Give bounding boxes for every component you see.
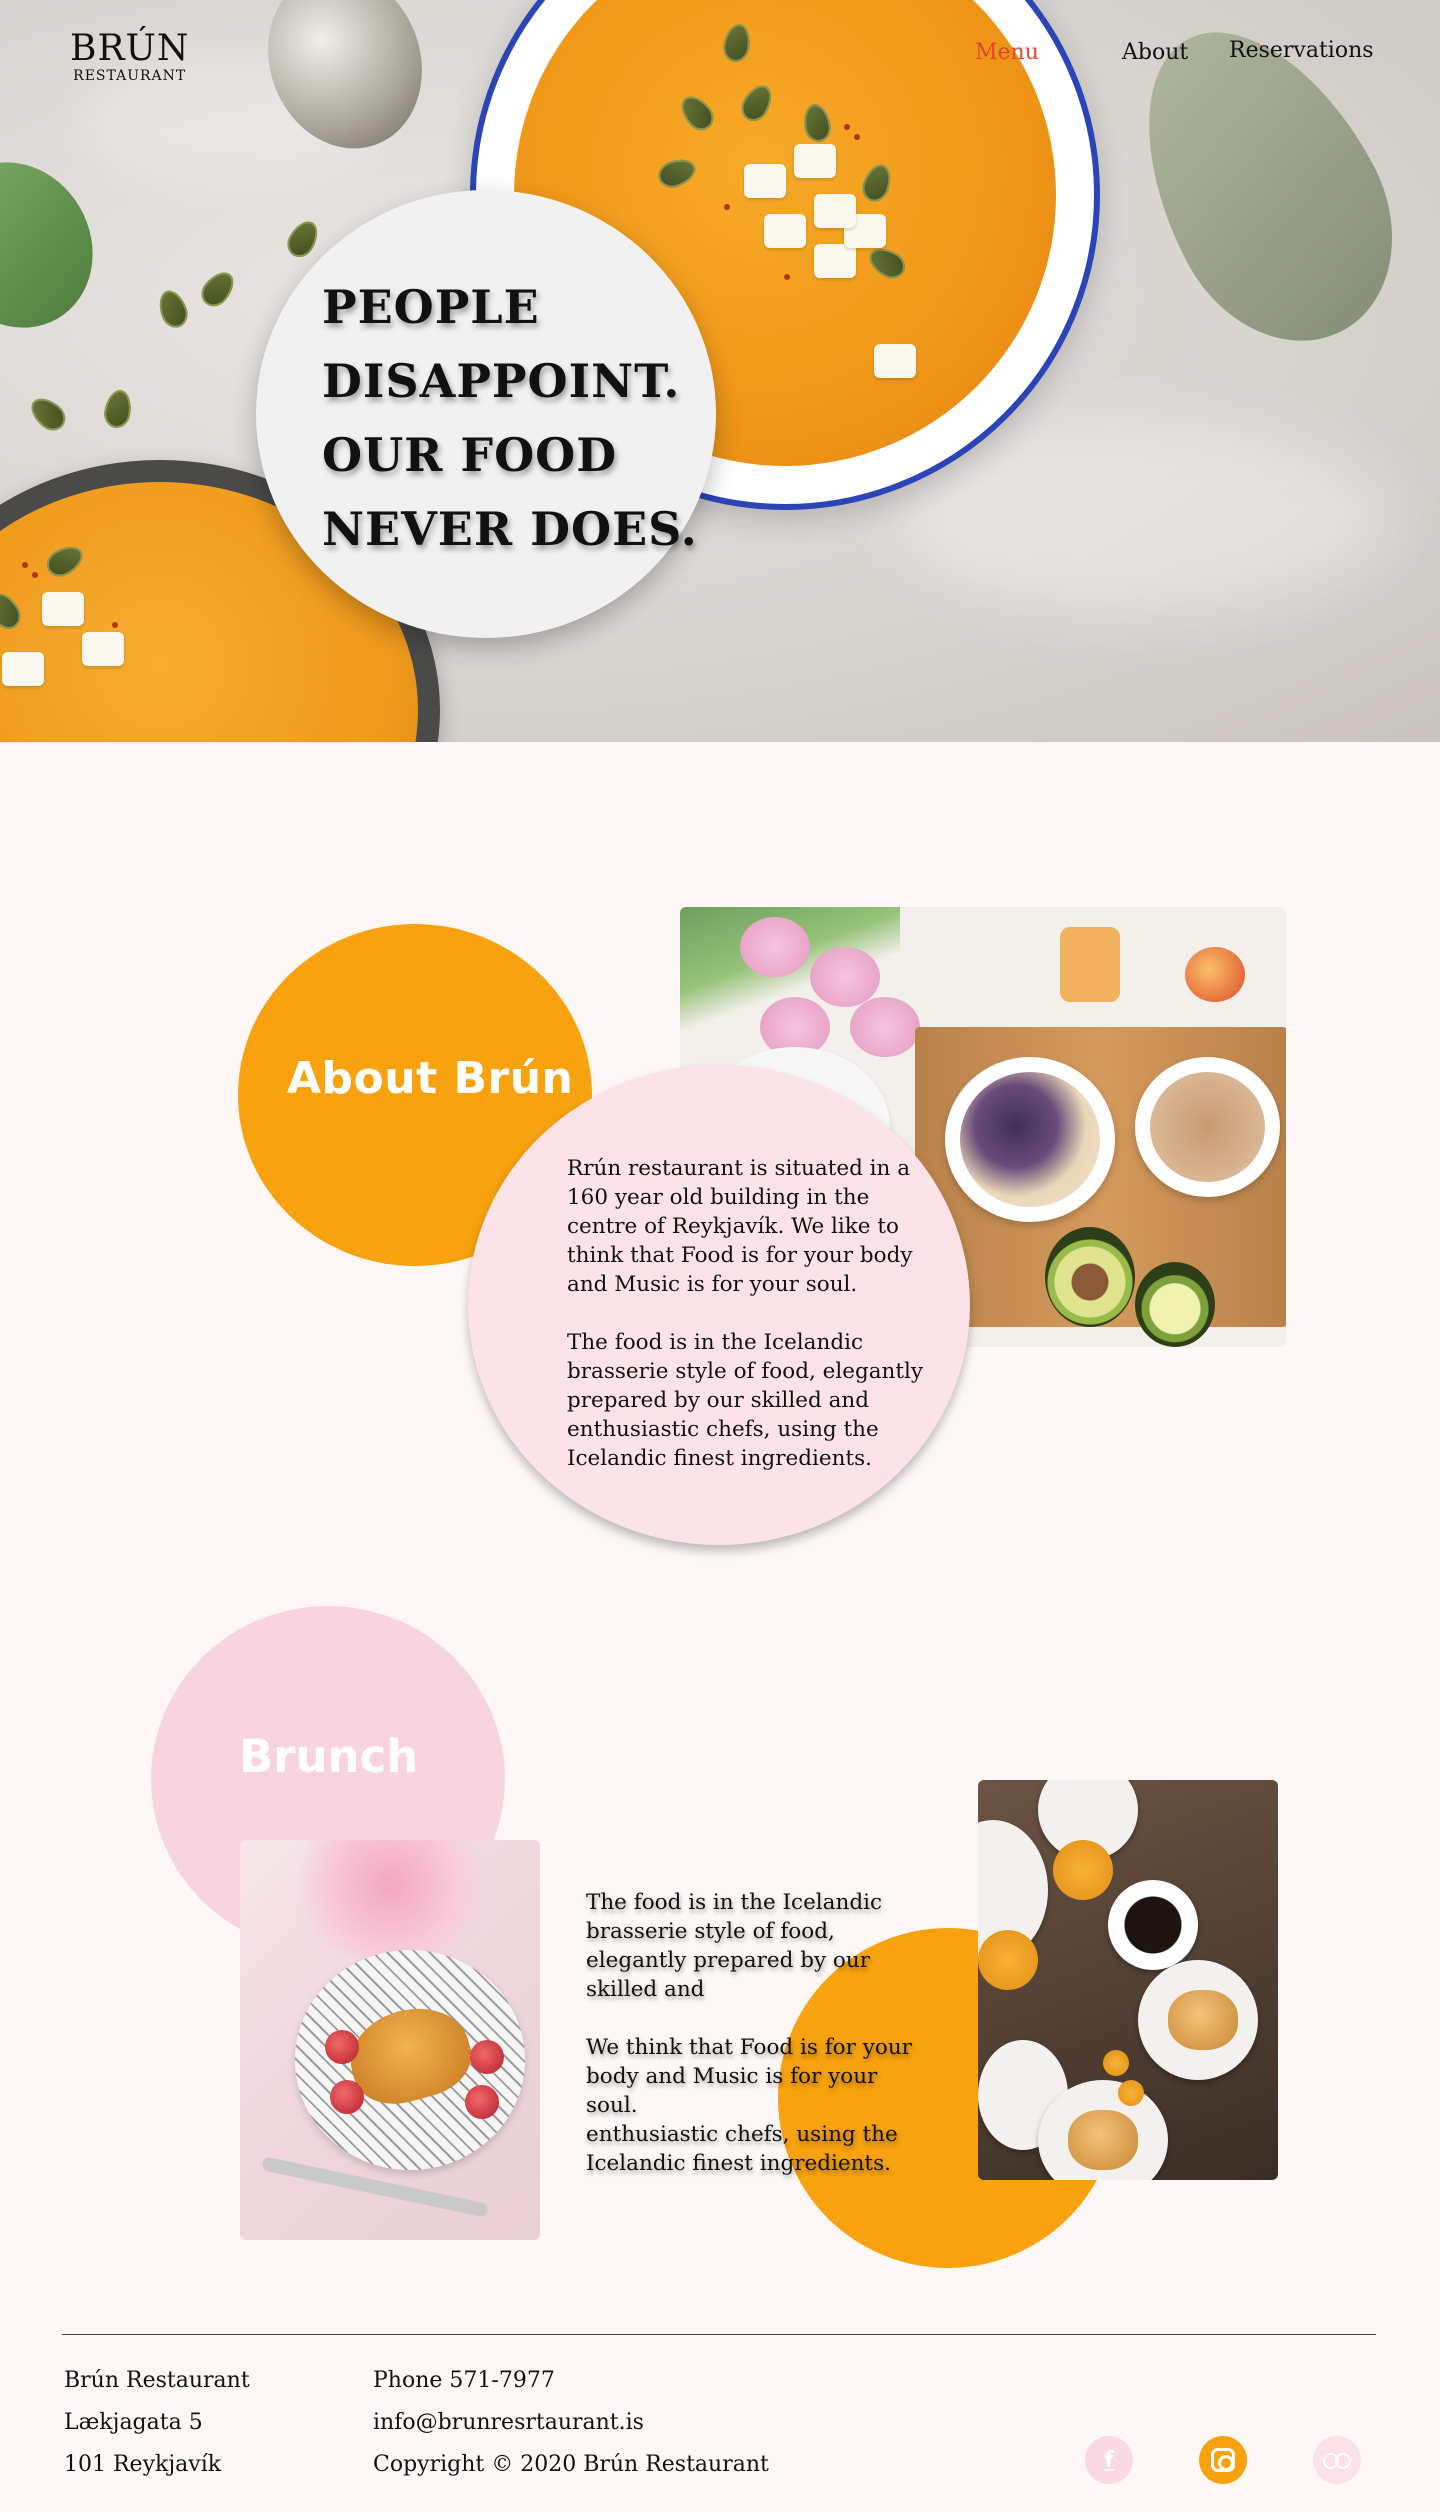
footer-phone[interactable]: Phone 571-7977 [373,2360,769,2402]
hero-marble-highlight [900,420,1400,620]
hero-seed [195,266,241,312]
facebook-icon[interactable]: f [1085,2436,1133,2484]
footer-contact: Phone 571-7977 info@brunresrtaurant.is C… [373,2360,769,2486]
brunch-heading: Brunch [239,1730,419,1783]
instagram-icon[interactable] [1199,2436,1247,2484]
footer-street: Lækjagata 5 [64,2410,203,2435]
hero-leaf-image [0,133,123,357]
footer-restaurant-name: Brún Restaurant [64,2368,250,2393]
footer-copyright: Copyright © 2020 Brún Restaurant [373,2452,769,2477]
brunch-table-image [978,1780,1278,2180]
footer-email[interactable]: info@brunresrtaurant.is [373,2402,769,2444]
footer-address: Brún Restaurant Lækjagata 5 101 Reykjaví… [64,2360,250,2486]
footer-city: 101 Reykjavík [64,2452,222,2477]
brand-name: BRÚN [70,28,190,69]
hero-seed [101,388,135,430]
nav-menu-link[interactable]: Menu [975,40,1039,65]
hero-seed [282,216,324,262]
about-description: Rrún restaurant is situated in a 160 yea… [567,1156,924,1471]
hero-banner: PEOPLE DISAPPOINT. OUR FOOD NEVER DOES. … [0,0,1440,742]
footer-divider [62,2334,1376,2335]
nav-about-link[interactable]: About [1122,40,1188,65]
about-heading: About Brún [287,1053,574,1104]
hero-seed [25,391,71,437]
brunch-croissant-image [240,1840,540,2240]
tripadvisor-icon[interactable] [1313,2436,1361,2484]
brand-subtitle: RESTAURANT [73,68,187,84]
brand-logo[interactable]: BRÚN RESTAURANT [70,28,190,85]
brunch-description: The food is in the Icelandic brasserie s… [586,1890,912,2176]
hero-seed [154,286,192,332]
hero-tagline: PEOPLE DISAPPOINT. OUR FOOD NEVER DOES. [322,280,698,556]
nav-reservations-link[interactable]: Reservations [1229,38,1374,63]
